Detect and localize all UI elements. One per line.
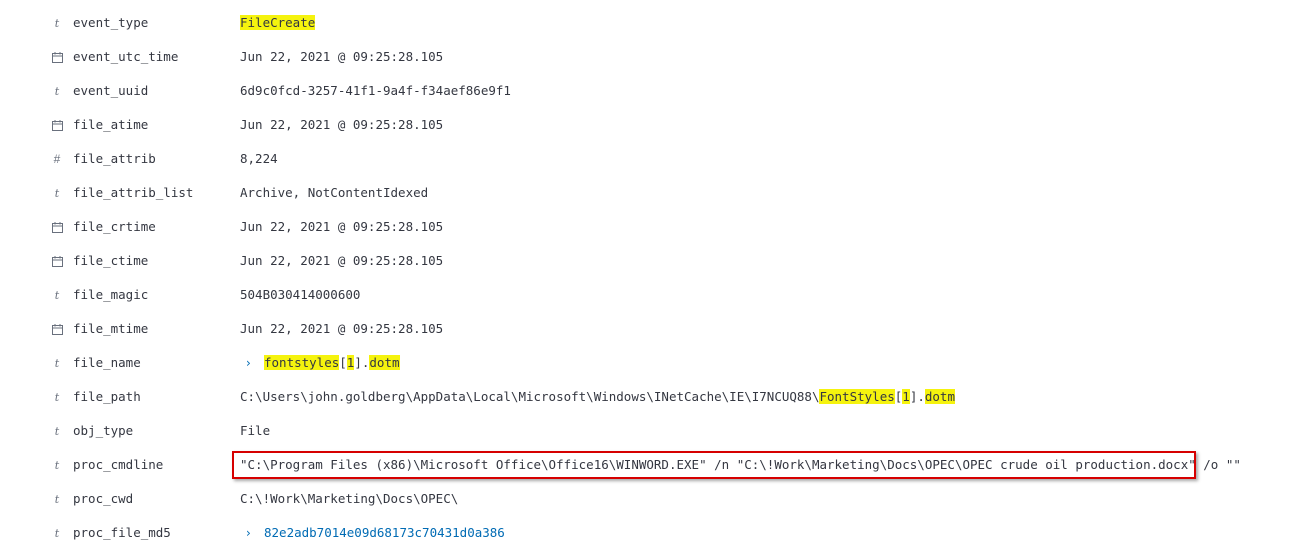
string-type-icon: t	[54, 84, 60, 98]
chevron-right-icon[interactable]: ›	[246, 516, 258, 547]
field-row-file-crtime: file_crtime Jun 22, 2021 @ 09:25:28.105	[0, 210, 1316, 244]
search-highlight: dotm	[369, 355, 400, 370]
field-row-file-atime: file_atime Jun 22, 2021 @ 09:25:28.105	[0, 108, 1316, 142]
md5-link[interactable]: 82e2adb7014e09d68173c70431d0a386	[264, 525, 505, 540]
field-row-file-attrib-list: t file_attrib_list Archive, NotContentId…	[0, 176, 1316, 210]
string-type-icon: t	[54, 458, 60, 472]
field-row-proc-cwd: t proc_cwd C:\!Work\Marketing\Docs\OPEC\	[0, 482, 1316, 516]
field-name[interactable]: file_crtime	[73, 210, 156, 244]
string-type-icon: t	[54, 492, 60, 506]
field-row-file-name: t file_name › fontstyles[1].dotm	[0, 346, 1316, 380]
field-value[interactable]: Jun 22, 2021 @ 09:25:28.105	[240, 108, 443, 142]
field-name[interactable]: event_uuid	[73, 74, 148, 108]
field-row-file-ctime: file_ctime Jun 22, 2021 @ 09:25:28.105	[0, 244, 1316, 278]
field-row-obj-type: t obj_type File	[0, 414, 1316, 448]
field-value[interactable]: FileCreate	[240, 6, 316, 40]
field-row-proc-file-md5: t proc_file_md5 › 82e2adb7014e09d68173c70…	[0, 516, 1316, 547]
field-name[interactable]: file_attrib_list	[73, 176, 193, 210]
date-type-icon	[51, 210, 63, 244]
field-value[interactable]: C:\!Work\Marketing\Docs\OPEC\	[240, 482, 458, 516]
value-text: ].	[354, 355, 370, 370]
field-value[interactable]: C:\Users\john.goldberg\AppData\Local\Mic…	[240, 380, 955, 414]
field-value[interactable]: Jun 22, 2021 @ 09:25:28.105	[240, 40, 443, 74]
string-type-icon: t	[54, 526, 60, 540]
field-name[interactable]: event_utc_time	[73, 40, 178, 74]
chevron-right-icon[interactable]: ›	[246, 346, 258, 380]
field-row-event-utc-time: event_utc_time Jun 22, 2021 @ 09:25:28.1…	[0, 40, 1316, 74]
field-value[interactable]: 6d9c0fcd-3257-41f1-9a4f-f34aef86e9f1	[240, 74, 511, 108]
field-value[interactable]: 8,224	[240, 142, 278, 176]
value-text: [	[339, 355, 347, 370]
value-text: ].	[909, 389, 925, 404]
field-value[interactable]: › 82e2adb7014e09d68173c70431d0a386	[240, 516, 505, 547]
date-type-icon	[51, 312, 63, 346]
search-highlight: FileCreate	[240, 15, 316, 30]
field-value[interactable]: Jun 22, 2021 @ 09:25:28.105	[240, 244, 443, 278]
field-name[interactable]: file_path	[73, 380, 141, 414]
field-row-file-path: t file_path C:\Users\john.goldberg\AppDa…	[0, 380, 1316, 414]
field-name[interactable]: event_type	[73, 6, 148, 40]
number-type-icon: #	[53, 152, 61, 166]
field-name[interactable]: proc_cmdline	[73, 448, 163, 482]
field-name[interactable]: file_mtime	[73, 312, 148, 346]
field-row-event-uuid: t event_uuid 6d9c0fcd-3257-41f1-9a4f-f34…	[0, 74, 1316, 108]
string-type-icon: t	[54, 390, 60, 404]
field-name[interactable]: proc_cwd	[73, 482, 133, 516]
field-name[interactable]: file_attrib	[73, 142, 156, 176]
date-type-icon	[51, 40, 63, 74]
annotation-highlight-box	[232, 451, 1196, 479]
string-type-icon: t	[54, 356, 60, 370]
search-highlight: dotm	[924, 389, 955, 404]
search-highlight: fontstyles	[264, 355, 340, 370]
date-type-icon	[51, 108, 63, 142]
field-row-file-mtime: file_mtime Jun 22, 2021 @ 09:25:28.105	[0, 312, 1316, 346]
field-value[interactable]: 504B030414000600	[240, 278, 360, 312]
field-name[interactable]: file_name	[73, 346, 141, 380]
string-type-icon: t	[54, 16, 60, 30]
field-name[interactable]: file_atime	[73, 108, 148, 142]
search-highlight: 1	[902, 389, 910, 404]
date-type-icon	[51, 244, 63, 278]
string-type-icon: t	[54, 424, 60, 438]
field-value[interactable]: File	[240, 414, 270, 448]
field-name[interactable]: obj_type	[73, 414, 133, 448]
value-text: C:\Users\john.goldberg\AppData\Local\Mic…	[240, 389, 820, 404]
field-row-file-magic: t file_magic 504B030414000600	[0, 278, 1316, 312]
document-field-table: t event_type FileCreate event_utc_time J…	[0, 0, 1316, 547]
field-name[interactable]: proc_file_md5	[73, 516, 171, 547]
field-value[interactable]: Archive, NotContentIdexed	[240, 176, 428, 210]
field-value[interactable]: › fontstyles[1].dotm	[240, 346, 400, 380]
field-name[interactable]: file_magic	[73, 278, 148, 312]
field-name[interactable]: file_ctime	[73, 244, 148, 278]
field-row-event-type: t event_type FileCreate	[0, 6, 1316, 40]
field-value[interactable]: Jun 22, 2021 @ 09:25:28.105	[240, 210, 443, 244]
field-value[interactable]: Jun 22, 2021 @ 09:25:28.105	[240, 312, 443, 346]
string-type-icon: t	[54, 288, 60, 302]
string-type-icon: t	[54, 186, 60, 200]
field-row-file-attrib: # file_attrib 8,224	[0, 142, 1316, 176]
search-highlight: FontStyles	[819, 389, 895, 404]
